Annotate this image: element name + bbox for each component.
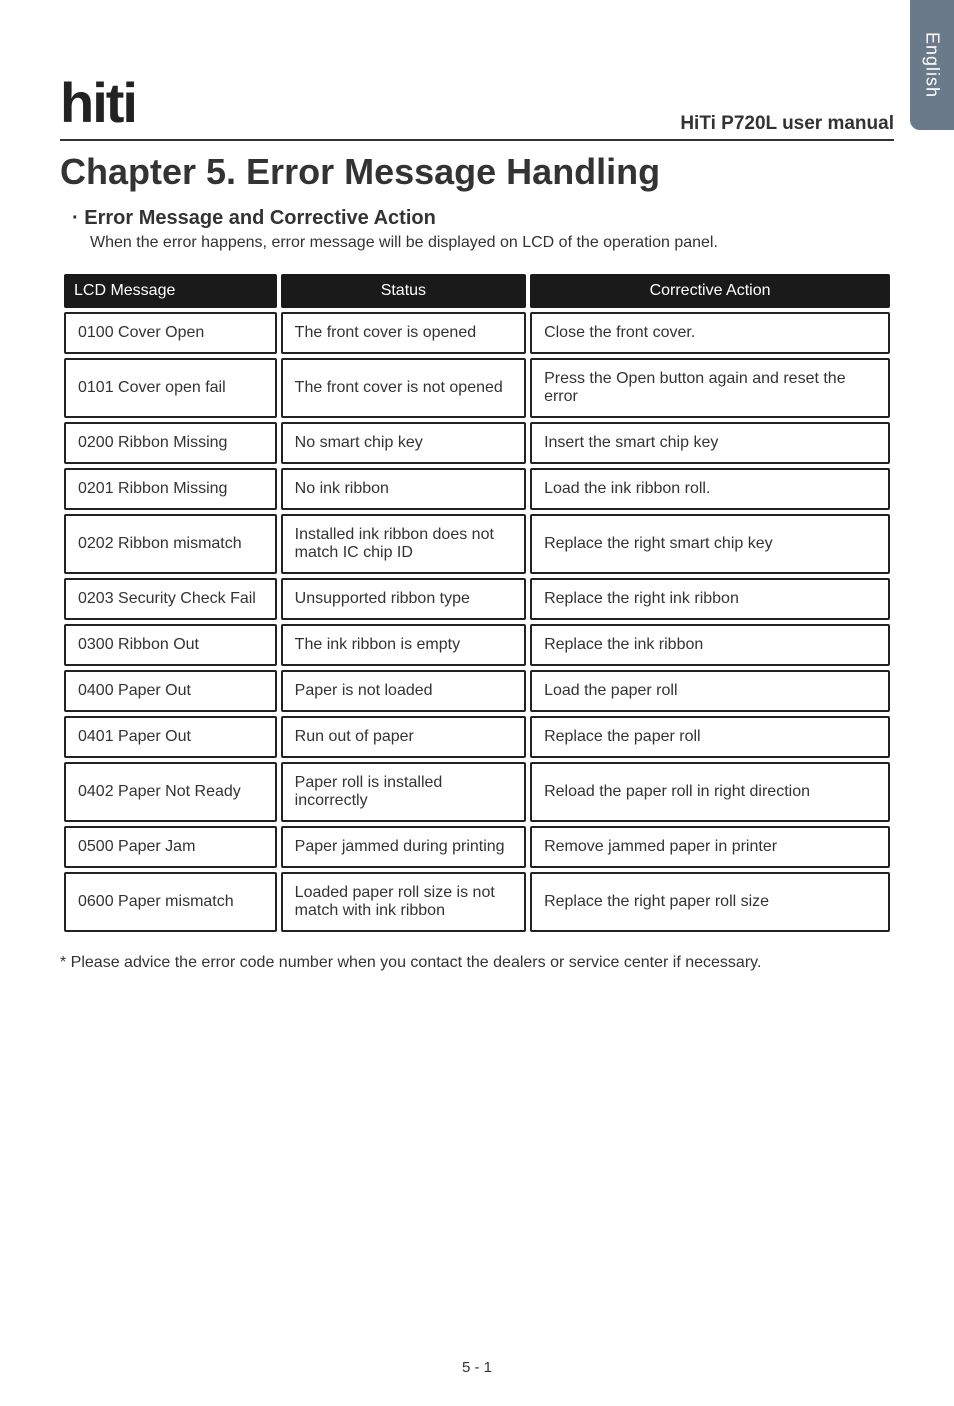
table-row: 0500 Paper Jam Paper jammed during print… [64,826,890,868]
cell-status: Unsupported ribbon type [281,578,526,620]
top-bar: hiti HiTi P720L user manual [60,70,894,141]
cell-action: Load the paper roll [530,670,890,712]
cell-status: Paper is not loaded [281,670,526,712]
chapter-title: Chapter 5. Error Message Handling [60,151,894,193]
cell-status: No ink ribbon [281,468,526,510]
language-tab: English [910,0,954,130]
cell-action: Insert the smart chip key [530,422,890,464]
cell-action: Replace the ink ribbon [530,624,890,666]
cell-action: Replace the right ink ribbon [530,578,890,620]
cell-action: Remove jammed paper in printer [530,826,890,868]
cell-status: The ink ribbon is empty [281,624,526,666]
table-header-status: Status [281,274,526,308]
table-row: 0401 Paper Out Run out of paper Replace … [64,716,890,758]
page-content: hiti HiTi P720L user manual Chapter 5. E… [0,0,954,1012]
cell-lcd: 0203 Security Check Fail [64,578,277,620]
cell-status: Paper jammed during printing [281,826,526,868]
section-description: When the error happens, error message wi… [90,234,894,252]
table-row: 0202 Ribbon mismatch Installed ink ribbo… [64,514,890,574]
cell-status: Loaded paper roll size is not match with… [281,872,526,932]
cell-status: Installed ink ribbon does not match IC c… [281,514,526,574]
table-row: 0300 Ribbon Out The ink ribbon is empty … [64,624,890,666]
table-header-row: LCD Message Status Corrective Action [64,274,890,308]
table-row: 0203 Security Check Fail Unsupported rib… [64,578,890,620]
cell-action: Replace the right paper roll size [530,872,890,932]
cell-status: Run out of paper [281,716,526,758]
section-title-text: Error Message and Corrective Action [84,207,436,229]
cell-lcd: 0401 Paper Out [64,716,277,758]
table-row: 0600 Paper mismatch Loaded paper roll si… [64,872,890,932]
cell-status: Paper roll is installed incorrectly [281,762,526,822]
brand-logo: hiti [60,70,136,135]
cell-lcd: 0202 Ribbon mismatch [64,514,277,574]
cell-lcd: 0101 Cover open fail [64,358,277,418]
cell-action: Reload the paper roll in right direction [530,762,890,822]
cell-status: No smart chip key [281,422,526,464]
cell-lcd: 0100 Cover Open [64,312,277,354]
page-number: 5 - 1 [0,1359,954,1376]
cell-action: Replace the right smart chip key [530,514,890,574]
section-title: · Error Message and Corrective Action [72,207,894,230]
footnote: * Please advice the error code number wh… [60,954,894,972]
language-tab-label: English [922,32,943,98]
cell-status: The front cover is opened [281,312,526,354]
manual-title: HiTi P720L user manual [680,113,894,135]
cell-action: Replace the paper roll [530,716,890,758]
cell-action: Close the front cover. [530,312,890,354]
table-row: 0200 Ribbon Missing No smart chip key In… [64,422,890,464]
cell-lcd: 0500 Paper Jam [64,826,277,868]
table-row: 0101 Cover open fail The front cover is … [64,358,890,418]
cell-lcd: 0200 Ribbon Missing [64,422,277,464]
cell-status: The front cover is not opened [281,358,526,418]
table-header-lcd: LCD Message [64,274,277,308]
table-row: 0402 Paper Not Ready Paper roll is insta… [64,762,890,822]
cell-action: Load the ink ribbon roll. [530,468,890,510]
bullet-icon: · [72,207,79,229]
cell-lcd: 0402 Paper Not Ready [64,762,277,822]
cell-lcd: 0400 Paper Out [64,670,277,712]
cell-lcd: 0600 Paper mismatch [64,872,277,932]
cell-lcd: 0300 Ribbon Out [64,624,277,666]
cell-action: Press the Open button again and reset th… [530,358,890,418]
table-row: 0400 Paper Out Paper is not loaded Load … [64,670,890,712]
table-header-action: Corrective Action [530,274,890,308]
error-table: LCD Message Status Corrective Action 010… [60,270,894,936]
table-row: 0100 Cover Open The front cover is opene… [64,312,890,354]
cell-lcd: 0201 Ribbon Missing [64,468,277,510]
table-row: 0201 Ribbon Missing No ink ribbon Load t… [64,468,890,510]
